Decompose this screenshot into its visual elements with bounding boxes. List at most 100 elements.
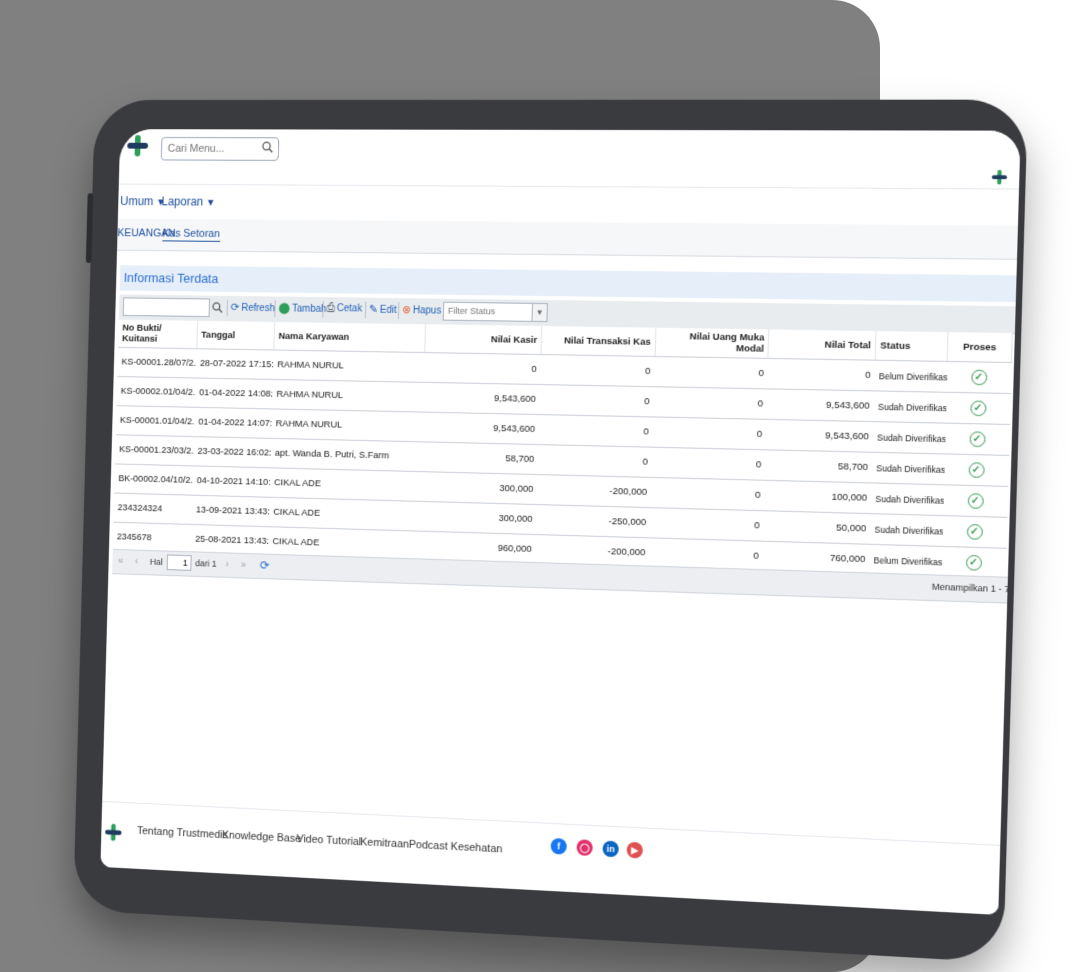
print-icon: ⎙ xyxy=(326,302,336,315)
cell-nilai-kasir: 58,700 xyxy=(421,441,539,475)
footer-link-knowledge-base[interactable]: Knowledge Base xyxy=(222,829,301,845)
breadcrumb: KEUANGAN Kas Setoran xyxy=(117,218,1018,260)
column-header-status[interactable]: Status xyxy=(875,331,949,362)
cell-nilai-total: 100,000 xyxy=(764,480,872,514)
page-total-label: dari 1 xyxy=(195,558,217,569)
edit-button[interactable]: ✎ Edit xyxy=(369,303,397,316)
menu-umum-label: Umum xyxy=(120,194,154,209)
delete-icon: ⊗ xyxy=(401,304,412,317)
cell-nilai-transaksi-kas: 0 xyxy=(540,354,655,387)
refresh-icon[interactable]: ⟳ xyxy=(260,558,270,572)
cell-nilai-uang-muka-modal: 0 xyxy=(654,356,769,389)
column-header-nilai-total[interactable]: Nilai Total xyxy=(768,329,876,361)
menu-laporan-label: Laporan xyxy=(161,194,204,209)
column-header-nilai-transaksi-kas[interactable]: Nilai Transaksi Kas xyxy=(541,326,656,357)
cell-nilai-uang-muka-modal: 0 xyxy=(651,447,766,481)
cell-no-bukti: 234324324 xyxy=(113,493,193,525)
tambah-label: Tambah xyxy=(291,303,327,315)
kas-setoran-table: No Bukti/ Kuitansi Tanggal Nama Karyawan… xyxy=(112,319,1013,580)
cell-tanggal: 13-09-2021 13:43:24 xyxy=(191,495,270,527)
tablet-side-button xyxy=(85,193,94,263)
facebook-icon[interactable]: f xyxy=(550,837,567,855)
cell-nilai-uang-muka-modal: 0 xyxy=(652,416,767,450)
column-header-nilai-kasir[interactable]: Nilai Kasir xyxy=(425,324,542,355)
cetak-button[interactable]: ⎙ Cetak xyxy=(326,302,362,315)
cell-proses: ✓ xyxy=(941,515,1007,549)
cell-nilai-transaksi-kas: 0 xyxy=(538,414,654,448)
app-screen: Umum▼ Laporan▼ KEUANGAN Kas Setoran Info… xyxy=(100,129,1021,915)
column-header-proses[interactable]: Proses xyxy=(947,332,1013,363)
app-footer: Tentang Trustmedis Knowledge Base Video … xyxy=(100,800,1001,915)
cell-status: Sudah Diverifikasi xyxy=(872,421,946,454)
next-page-icon[interactable]: › xyxy=(225,559,228,570)
cell-status: Sudah Diverifikasi xyxy=(869,513,943,547)
filter-status-placeholder: Filter Status xyxy=(447,305,496,317)
footer-link-video-tutorial[interactable]: Video Tutorial xyxy=(296,833,361,848)
trustmedis-small-logo-icon xyxy=(991,169,1008,185)
hapus-button[interactable]: ⊗ Hapus xyxy=(402,303,442,316)
top-header xyxy=(118,129,1021,189)
filter-status-select[interactable]: Filter Status ▼ xyxy=(442,301,548,323)
cell-nama-karyawan: RAHMA NURUL xyxy=(272,379,425,413)
instagram-icon[interactable]: ◯ xyxy=(576,839,593,857)
cell-no-bukti: KS-00001.28/07/2... xyxy=(117,347,197,378)
page-number-input[interactable] xyxy=(166,554,192,571)
column-header-no-bukti[interactable]: No Bukti/ Kuitansi xyxy=(118,319,198,349)
cell-nilai-kasir: 9,543,600 xyxy=(422,412,540,445)
cell-nilai-transaksi-kas: 0 xyxy=(537,444,653,478)
search-icon[interactable] xyxy=(212,301,224,313)
cell-proses: ✓ xyxy=(946,361,1012,394)
breadcrumb-kas-setoran[interactable]: Kas Setoran xyxy=(162,227,221,242)
cell-nilai-kasir: 300,000 xyxy=(420,471,538,505)
toolbar-divider xyxy=(274,300,276,318)
tambah-button[interactable]: ⬤ Tambah xyxy=(278,301,326,314)
verify-check-icon[interactable]: ✓ xyxy=(970,369,987,386)
edit-label: Edit xyxy=(379,304,397,316)
page-label: Hal xyxy=(149,556,163,567)
footer-link-tentang[interactable]: Tentang Trustmedis xyxy=(137,825,228,841)
column-header-nama-karyawan[interactable]: Nama Karyawan xyxy=(273,322,426,353)
cell-nilai-kasir: 0 xyxy=(424,352,542,385)
column-header-tanggal[interactable]: Tanggal xyxy=(196,320,275,351)
verify-check-icon[interactable]: ✓ xyxy=(969,400,987,417)
cell-proses: ✓ xyxy=(945,392,1011,425)
cell-nilai-transaksi-kas: -200,000 xyxy=(536,474,652,508)
menu-laporan[interactable]: Laporan ▼ xyxy=(161,195,215,209)
chevron-down-icon[interactable]: ▼ xyxy=(531,303,547,322)
hapus-label: Hapus xyxy=(412,305,442,317)
cell-tanggal: 04-10-2021 14:10:15 xyxy=(192,465,271,498)
cetak-label: Cetak xyxy=(336,303,363,315)
verify-check-icon[interactable]: ✓ xyxy=(967,493,984,509)
cell-nilai-total: 0 xyxy=(767,358,876,391)
verify-check-icon[interactable]: ✓ xyxy=(968,462,985,479)
verify-check-icon[interactable]: ✓ xyxy=(965,554,982,571)
cell-tanggal: 01-04-2022 14:08:45 xyxy=(194,377,274,409)
tablet-device: Umum▼ Laporan▼ KEUANGAN Kas Setoran Info… xyxy=(73,99,1028,963)
cell-no-bukti: BK-00002.04/10/2... xyxy=(114,463,194,496)
cell-nilai-kasir: 300,000 xyxy=(420,501,537,535)
cell-status: Sudah Diverifikasi xyxy=(870,482,944,516)
pagination-summary: Menampilkan 1 - 7 dari xyxy=(931,581,1021,595)
verify-check-icon[interactable]: ✓ xyxy=(966,523,983,540)
cell-nama-karyawan: CIKAL ADE xyxy=(269,497,421,532)
column-header-nilai-uang-muka-modal[interactable]: Nilai Uang Muka Modal xyxy=(654,327,770,359)
trustmedis-logo-icon xyxy=(127,135,149,157)
menu-umum[interactable]: Umum ▼ xyxy=(120,194,166,208)
cell-nama-karyawan: CIKAL ADE xyxy=(269,467,422,502)
cell-no-bukti: KS-00001.23/03/2... xyxy=(115,434,195,466)
youtube-icon[interactable]: ▶ xyxy=(626,841,644,859)
cell-nilai-transaksi-kas: 0 xyxy=(539,384,655,417)
cell-nilai-kasir: 9,543,600 xyxy=(423,382,541,415)
refresh-button[interactable]: ⟳ Refresh xyxy=(231,301,275,314)
search-icon[interactable] xyxy=(262,141,274,153)
verify-check-icon[interactable]: ✓ xyxy=(968,431,986,448)
linkedin-icon[interactable]: in xyxy=(602,840,619,858)
last-page-icon[interactable]: » xyxy=(241,560,247,571)
cell-nama-karyawan: RAHMA NURUL xyxy=(273,350,426,383)
footer-link-podcast[interactable]: Podcast Kesehatan xyxy=(409,839,503,856)
grid-search-input[interactable] xyxy=(122,297,211,318)
footer-link-kemitraan[interactable]: Kemitraan xyxy=(360,836,409,850)
prev-page-icon[interactable]: ‹ xyxy=(135,556,138,567)
first-page-icon[interactable]: « xyxy=(118,556,123,567)
cell-status: Sudah Diverifikasi xyxy=(873,390,947,424)
